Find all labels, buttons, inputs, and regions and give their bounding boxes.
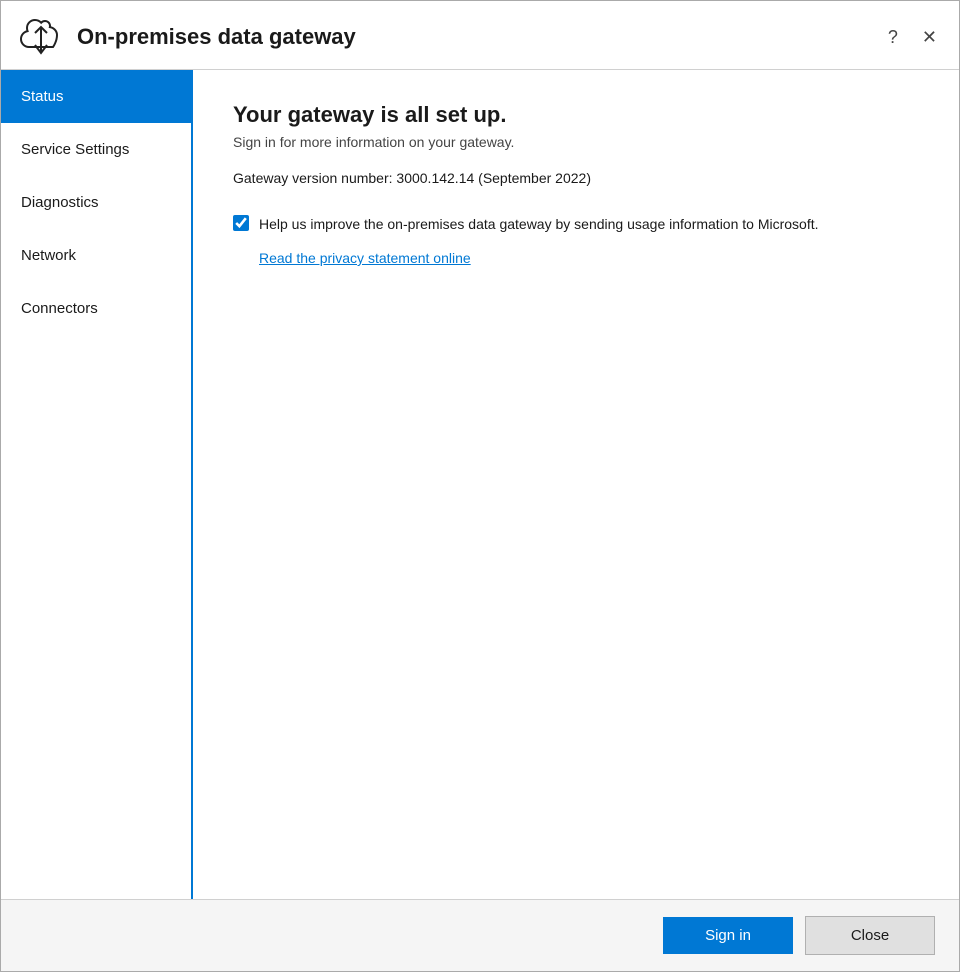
privacy-link[interactable]: Read the privacy statement online	[259, 250, 471, 266]
help-button[interactable]: ?	[882, 26, 904, 48]
app-window: On-premises data gateway ? ✕ Status Serv…	[0, 0, 960, 972]
gateway-version: Gateway version number: 3000.142.14 (Sep…	[233, 170, 919, 186]
cloud-icon	[17, 17, 65, 57]
sidebar: Status Service Settings Diagnostics Netw…	[1, 70, 193, 899]
app-title: On-premises data gateway	[77, 24, 356, 50]
sidebar-item-network[interactable]: Network	[1, 229, 191, 282]
sidebar-item-connectors[interactable]: Connectors	[1, 282, 191, 335]
title-bar-controls: ? ✕	[882, 26, 943, 48]
close-button[interactable]: Close	[805, 916, 935, 955]
sidebar-item-diagnostics[interactable]: Diagnostics	[1, 176, 191, 229]
sign-in-button[interactable]: Sign in	[663, 917, 793, 954]
close-window-button[interactable]: ✕	[916, 26, 943, 48]
usage-checkbox[interactable]	[233, 215, 249, 231]
footer: Sign in Close	[1, 899, 959, 971]
sidebar-item-status[interactable]: Status	[1, 70, 191, 123]
gateway-subtitle: Sign in for more information on your gat…	[233, 134, 919, 150]
main-content: Your gateway is all set up. Sign in for …	[193, 70, 959, 899]
usage-checkbox-label[interactable]: Help us improve the on-premises data gat…	[259, 214, 819, 235]
usage-checkbox-container[interactable]	[233, 215, 249, 236]
title-bar: On-premises data gateway ? ✕	[1, 1, 959, 69]
sidebar-item-service-settings[interactable]: Service Settings	[1, 123, 191, 176]
usage-info-row: Help us improve the on-premises data gat…	[233, 214, 919, 236]
gateway-heading: Your gateway is all set up.	[233, 102, 919, 128]
title-bar-left: On-premises data gateway	[17, 17, 882, 57]
content-area: Status Service Settings Diagnostics Netw…	[1, 70, 959, 899]
